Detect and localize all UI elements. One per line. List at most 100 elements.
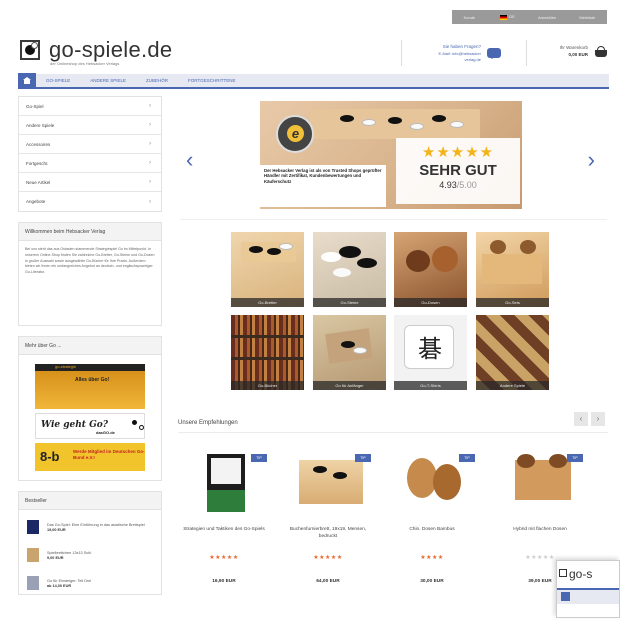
product-name[interactable]: Strategien und Taktiken des Go-Spiels xyxy=(178,526,270,542)
go-strategie-banner[interactable]: go-strategie Alles über Go! xyxy=(35,364,145,409)
category-item[interactable]: Accessoires › xyxy=(19,135,161,154)
home-icon[interactable] xyxy=(18,73,36,88)
wie-geht-go-banner[interactable]: Wie geht Go? dasGO.de xyxy=(35,413,145,439)
rating-score: 4.93/5.00 xyxy=(439,180,477,190)
basket-icon xyxy=(594,46,608,58)
bestseller-name: Spielbrettchen 13x13 Schl. xyxy=(47,550,93,555)
slide-caption: Der Hebsacker Verlag ist als von Trusted… xyxy=(260,165,386,207)
category-label: Accessoires xyxy=(26,141,51,147)
book-thumbnail xyxy=(27,520,39,534)
tile-label: Andere Spiele xyxy=(476,381,549,390)
home-icon xyxy=(561,592,570,601)
go-bund-banner[interactable]: 8-b Werde Mitglied im Deutschen Go-Bund … xyxy=(35,443,145,471)
bestseller-title: Bestseller xyxy=(19,492,161,510)
star-rating-icon: ★★★★★ xyxy=(421,144,495,161)
tile-go-steine[interactable]: Go-Steine xyxy=(313,232,386,307)
tile-label: Go-Bücher xyxy=(231,381,304,390)
cart-total: 0,00 EUR xyxy=(568,52,588,57)
tile-go-sets[interactable]: Go-Sets xyxy=(476,232,549,307)
tile-go-buecher[interactable]: Go-Bücher xyxy=(231,315,304,390)
tile-label: Go-Bretter xyxy=(231,298,304,307)
chevron-right-icon: › xyxy=(149,160,151,166)
chevron-right-icon: › xyxy=(149,122,151,128)
product-price: 30,00 EUR xyxy=(420,579,444,584)
bestseller-box: Bestseller Das Go-Spiel: Eine Einführung… xyxy=(18,491,162,595)
tip-badge: TIP xyxy=(355,454,371,462)
chevron-right-icon[interactable]: › xyxy=(591,412,605,426)
product-image: TIP xyxy=(393,450,475,514)
chevron-left-icon[interactable]: ‹ xyxy=(186,149,193,171)
bestseller-item[interactable]: Spielbrettchen 13x13 Schl. 9,00 EUR xyxy=(19,544,161,566)
shopping-cart[interactable]: Ihr Warenkorb 0,00 EUR xyxy=(526,40,612,66)
product-card[interactable]: TIP Strategien und Taktiken des Go-Spiel… xyxy=(178,450,270,600)
category-label: Andere Spiele xyxy=(26,122,55,128)
chat-bubble-icon xyxy=(487,48,501,59)
go-bund-logo-icon: 8-b xyxy=(40,449,60,464)
hotline-email[interactable]: E-Mail: info@hebsacker xyxy=(402,51,481,56)
topbar-item-login[interactable]: Anmelden xyxy=(538,15,556,20)
more-about-go-box: Mehr über Go ... go-strategie Alles über… xyxy=(18,336,162,481)
product-name[interactable]: Chin. Dosen Bambus xyxy=(386,526,478,542)
product-image: TIP xyxy=(289,450,371,514)
chevron-left-icon[interactable]: ‹ xyxy=(574,412,588,426)
banner2-sub: dasGO.de xyxy=(96,430,115,435)
tile-label: Go für Anfänger xyxy=(313,381,386,390)
site-logo-text[interactable]: go-spiele.de xyxy=(49,37,172,63)
overlay-logo-text: go-s xyxy=(569,567,593,581)
category-item[interactable]: Fortgeschr. › xyxy=(19,154,161,173)
topbar-item-account[interactable]: Kunde xyxy=(464,15,476,20)
tip-badge: TIP xyxy=(567,454,583,462)
category-item[interactable]: Go-Spiel › xyxy=(19,97,161,116)
kanji-go-icon: 碁 xyxy=(418,335,442,363)
category-item[interactable]: Angebote › xyxy=(19,192,161,211)
product-name[interactable]: Buchenfurnierbrett, 19x19, Mensen, bedru… xyxy=(282,526,374,542)
bestseller-item[interactable]: Go für Einsteiger: Teil Drei ab 14,00 EUR xyxy=(19,572,161,594)
topbar-item-wishlist[interactable]: Merkliste xyxy=(579,15,595,20)
contact-hotline[interactable]: Sie haben Fragen? E-Mail: info@hebsacker… xyxy=(401,40,511,66)
product-name[interactable]: Hybrid mit flachen Dosen xyxy=(494,526,586,542)
zoomed-header-preview: go-s xyxy=(556,560,620,618)
book-thumbnail xyxy=(27,576,39,590)
tile-go-dosen[interactable]: Go-Dosen xyxy=(394,232,467,307)
product-card[interactable]: TIP Chin. Dosen Bambus ★★★★ 30,00 EUR xyxy=(386,450,478,600)
banner1-text: Alles über Go! xyxy=(75,377,110,383)
product-image: TIP xyxy=(501,450,583,514)
nav-item-andere-spiele[interactable]: ANDERE SPIELE xyxy=(80,78,136,83)
tile-go-anfaenger[interactable]: Go für Anfänger xyxy=(313,315,386,390)
tile-label: Go-Sets xyxy=(476,298,549,307)
banner1-strip: go-strategie xyxy=(55,364,77,369)
trusted-shops-slide[interactable]: e Der Hebsacker Verlag ist als von Trust… xyxy=(260,101,522,209)
divider xyxy=(180,219,607,220)
sidebar: Go-Spiel › Andere Spiele › Accessoires › Fo… xyxy=(18,96,162,595)
bestseller-price: 9,00 EUR xyxy=(47,555,64,560)
tile-andere-spiele[interactable]: Andere Spiele xyxy=(476,315,549,390)
go-board-logo-icon[interactable] xyxy=(20,40,42,60)
category-label: Go-Spiel xyxy=(26,103,44,109)
go-stone-icon xyxy=(139,425,144,430)
nav-item-fortgeschrittene[interactable]: FORTGESCHRITTENE xyxy=(178,78,245,83)
category-item[interactable]: Andere Spiele › xyxy=(19,116,161,135)
bestseller-price: ab 14,00 EUR xyxy=(47,583,72,588)
rating-box: ★★★★★ SEHR GUT 4.93/5.00 xyxy=(396,138,520,204)
hotline-email-domain[interactable]: verlag.de xyxy=(402,57,481,62)
category-label: Angebote xyxy=(26,199,46,204)
star-rating-icon: ★★★★★ xyxy=(313,555,343,561)
more-about-go-title: Mehr über Go ... xyxy=(19,337,161,355)
bestseller-item[interactable]: Das Go-Spiel: Eine Einführung in das asi… xyxy=(19,516,161,538)
product-price: 64,00 EUR xyxy=(316,579,340,584)
tile-go-tshirts[interactable]: 碁 Go-T-Shirts xyxy=(394,315,467,390)
recommendations-title: Unsere Empfehlungen xyxy=(178,420,238,426)
topbar-item-language[interactable]: DE xyxy=(498,14,515,20)
nav-item-zubehoer[interactable]: ZUBEHÖR xyxy=(136,78,178,83)
category-item[interactable]: Neue Artikel › xyxy=(19,173,161,192)
go-board-logo-icon xyxy=(559,569,567,577)
nav-item-go-spiele[interactable]: GO-SPIELE xyxy=(36,78,80,83)
tile-label: Go-T-Shirts xyxy=(394,381,467,390)
board-thumbnail xyxy=(27,548,39,562)
chevron-right-icon[interactable]: › xyxy=(588,149,595,171)
divider xyxy=(178,432,608,433)
tile-go-bretter[interactable]: Go-Bretter xyxy=(231,232,304,307)
recommendations-arrows: ‹ › xyxy=(574,412,605,426)
product-card[interactable]: TIP Buchenfurnierbrett, 19x19, Mensen, b… xyxy=(282,450,374,600)
main-navigation: GO-SPIELE ANDERE SPIELE ZUBEHÖR FORTGESC… xyxy=(18,73,609,89)
